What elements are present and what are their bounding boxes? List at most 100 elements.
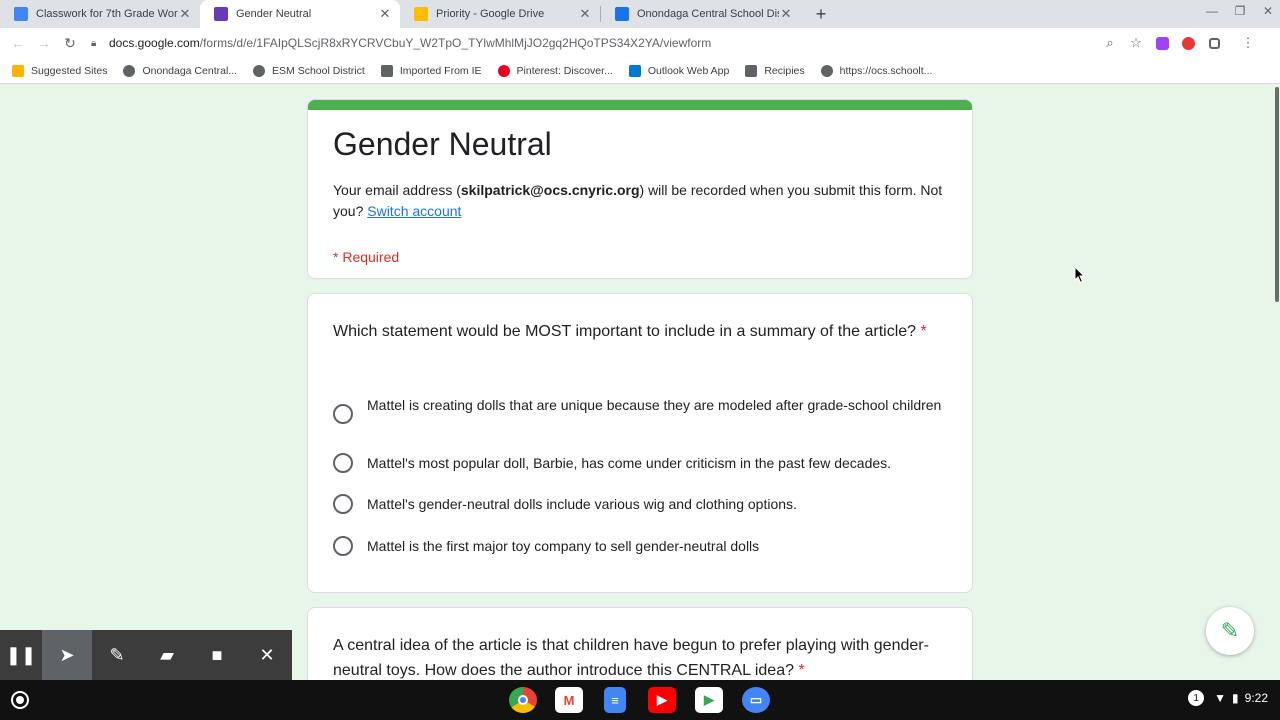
required-note: * Required [333, 249, 400, 265]
docs-icon[interactable]: ≡ [604, 687, 626, 713]
bookmark-label: Suggested Sites [31, 64, 108, 77]
tab-title: Priority - Google Drive [436, 8, 545, 20]
back-icon[interactable]: ← [5, 35, 31, 51]
close-icon[interactable]: ✕ [378, 6, 392, 22]
page-scrollbar[interactable] [1274, 85, 1280, 680]
gmail-icon[interactable]: M [555, 687, 583, 713]
radio-button[interactable] [333, 494, 353, 514]
option-label: Mattel is the first major toy company to… [367, 538, 760, 554]
bookmark-label: ESM School District [272, 64, 365, 77]
url-host: docs.google.com [109, 36, 200, 50]
recorder-extension-icon[interactable] [1175, 30, 1201, 56]
classroom-icon [14, 7, 28, 21]
lock-icon: 🔒︎ [91, 37, 97, 49]
window-close-icon[interactable]: ✕ [1256, 4, 1280, 18]
answer-option[interactable]: Mattel is the first major toy company to… [333, 536, 943, 556]
switch-account-link[interactable]: Switch account [367, 203, 461, 219]
edit-pencil-button[interactable]: ✎ [1206, 607, 1254, 655]
camera-icon[interactable]: ■ [192, 630, 242, 680]
play-store-icon[interactable]: ▶ [695, 687, 723, 713]
bookmarks-bar: Suggested Sites Onondaga Central... ESM … [0, 58, 1280, 84]
email-prefix: Your email address ( [333, 182, 461, 198]
bookmark-label: Imported From IE [399, 64, 482, 77]
new-tab-button[interactable]: + [807, 0, 835, 28]
pinterest-icon [497, 64, 510, 77]
bing-icon [12, 64, 24, 77]
apps-grid-icon[interactable] [1201, 30, 1227, 56]
folder-icon [745, 64, 758, 77]
radio-button[interactable] [333, 536, 353, 556]
youtube-icon[interactable]: ▶ [648, 687, 676, 713]
bookmark-star-icon[interactable]: ☆ [1123, 35, 1149, 51]
answer-option[interactable]: Mattel's most popular doll, Barbie, has … [333, 453, 943, 473]
tab-title: Onondaga Central School Distric [637, 8, 779, 20]
bookmark-item[interactable]: Suggested Sites [12, 64, 108, 77]
menu-icon[interactable]: ⋮ [1235, 35, 1261, 51]
answer-option[interactable]: Mattel is creating dolls that are unique… [333, 395, 943, 424]
schooltool-icon [820, 64, 833, 77]
tab-classwork[interactable]: Classwork for 7th Grade Work 20 ✕ [0, 0, 200, 28]
close-toolbar-icon[interactable]: ✕ [242, 630, 292, 680]
tab-onondaga[interactable]: Onondaga Central School Distric ✕ [601, 0, 801, 28]
option-label: Mattel's most popular doll, Barbie, has … [367, 455, 892, 471]
forward-icon[interactable]: → [31, 35, 57, 51]
bookmark-item[interactable]: https://ocs.schoolt... [820, 64, 933, 77]
bookmark-item[interactable]: Recipies [745, 64, 805, 77]
pencil-icon: ✎ [1220, 618, 1240, 643]
required-mark: * [920, 323, 927, 340]
outlook-icon [628, 64, 641, 77]
question-text: Which statement would be MOST important … [333, 319, 933, 344]
tab-title: Classwork for 7th Grade Work 20 [36, 8, 178, 20]
close-icon[interactable]: ✕ [779, 6, 793, 22]
question-label: Which statement would be MOST important … [333, 323, 917, 340]
reload-icon[interactable]: ↻ [57, 35, 83, 52]
messages-icon[interactable]: ▭ [742, 687, 770, 713]
question-card: A central idea of the article is that ch… [307, 607, 973, 680]
address-bar[interactable]: 🔒︎ docs.google.com/forms/d/e/1FAIpQLScjR… [91, 30, 1149, 56]
accent-band [308, 100, 972, 110]
zoom-icon[interactable]: ⌕ [1097, 35, 1123, 51]
tab-priority-drive[interactable]: Priority - Google Drive ✕ [400, 0, 600, 28]
required-mark: * [798, 662, 805, 679]
question-label: A central idea of the article is that ch… [333, 637, 929, 679]
bookmark-label: Onondaga Central... [142, 64, 238, 77]
url-text: docs.google.com/forms/d/e/1FAIpQLScjR8xR… [109, 36, 1097, 50]
mouse-cursor-icon [1074, 266, 1086, 284]
scrollbar-thumb[interactable] [1275, 87, 1279, 302]
option-label: Mattel is creating dolls that are unique… [367, 397, 942, 413]
bookmark-item[interactable]: Imported From IE [380, 64, 482, 77]
os-shelf: M ≡ ▶ ▶ ▭ 1 ▼ ▮ 9:22 [0, 680, 1280, 720]
recording-toolbar: ❚❚ ➤ ✎ ▰ ■ ✕ [0, 630, 292, 680]
close-icon[interactable]: ✕ [578, 6, 592, 22]
minimize-icon[interactable]: — [1200, 4, 1224, 18]
pointer-tool-icon[interactable]: ➤ [42, 630, 92, 680]
folder-icon [380, 64, 393, 77]
form-page: Gender Neutral Your email address (skilp… [0, 85, 1280, 680]
launcher-icon[interactable] [11, 691, 29, 709]
bookmark-item[interactable]: Onondaga Central... [123, 64, 238, 77]
answer-option[interactable]: Mattel's gender-neutral dolls include va… [333, 494, 943, 514]
close-icon[interactable]: ✕ [178, 6, 192, 22]
notification-count: 1 [1188, 690, 1205, 706]
bookmark-label: https://ocs.schoolt... [839, 64, 933, 77]
radio-button[interactable] [333, 453, 353, 473]
browser-toolbar: ← → ↻ 🔒︎ docs.google.com/forms/d/e/1FAIp… [0, 28, 1280, 58]
question-card: Which statement would be MOST important … [307, 293, 973, 593]
clock-time: 9:22 [1244, 691, 1268, 705]
radio-button[interactable] [333, 404, 353, 424]
battery-icon: ▮ [1232, 691, 1239, 705]
pause-icon[interactable]: ❚❚ [0, 630, 42, 680]
bookmark-item[interactable]: Outlook Web App [628, 64, 729, 77]
bookmark-item[interactable]: ESM School District [253, 64, 365, 77]
tab-title: Gender Neutral [236, 8, 312, 20]
chrome-icon[interactable] [509, 687, 537, 713]
status-tray[interactable]: 1 ▼ ▮ 9:22 [1188, 690, 1268, 706]
bookmark-item[interactable]: Pinterest: Discover... [497, 64, 613, 77]
wifi-icon: ▼ [1214, 691, 1227, 705]
highlighter-tool-icon[interactable]: ▰ [142, 630, 192, 680]
pen-tool-icon[interactable]: ✎ [92, 630, 142, 680]
tab-gender-neutral[interactable]: Gender Neutral ✕ [200, 0, 400, 28]
extension-icon[interactable] [1149, 30, 1175, 56]
restore-icon[interactable]: ❐ [1228, 4, 1252, 18]
question-text: A central idea of the article is that ch… [333, 633, 933, 680]
